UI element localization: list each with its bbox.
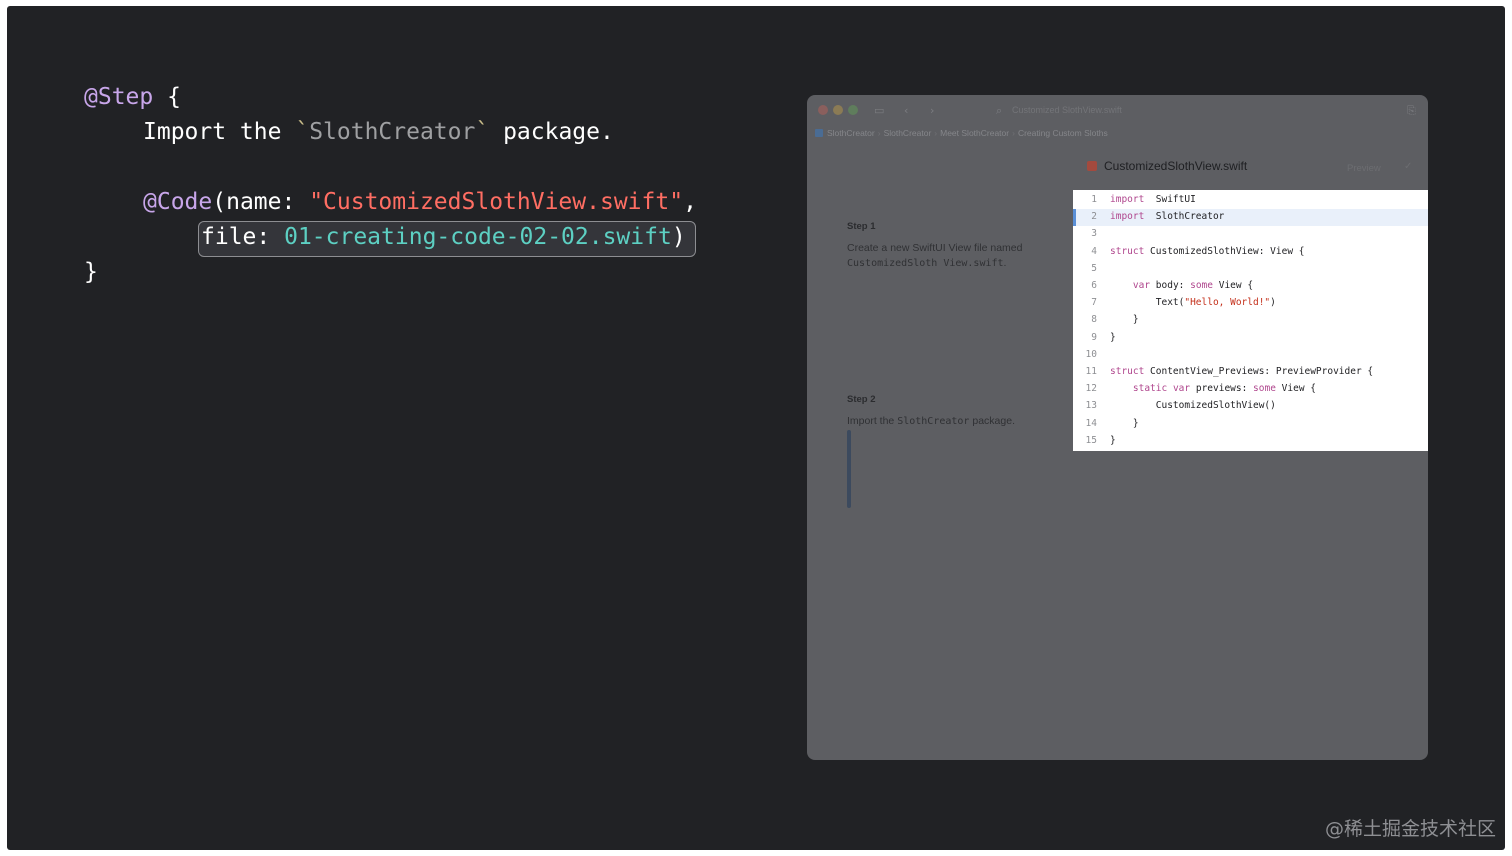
line-number: 4	[1091, 245, 1097, 257]
breadcrumb-item[interactable]: Creating Custom Sloths	[1018, 128, 1108, 138]
code-line[interactable]: 10	[1073, 347, 1428, 364]
code-line[interactable]: 1 import SwiftUI	[1073, 192, 1428, 209]
backtick-close: `	[475, 119, 490, 145]
line-number: 15	[1085, 434, 1097, 446]
checkmark-icon: ✓	[1404, 161, 1413, 172]
snippet-line-3: @Code(name: "CustomizedSlothView.swift",	[143, 185, 697, 220]
code-line[interactable]: 14 }	[1073, 416, 1428, 433]
breadcrumb: SlothCreator › SlothCreator › Meet SlothCrea…	[815, 128, 1108, 142]
file-tab-label: CustomizedSlothView.swift	[1104, 159, 1248, 173]
code-line[interactable]: 2 import SlothCreator	[1073, 209, 1428, 227]
code-line[interactable]: 12 static var previews: some View {	[1073, 381, 1428, 398]
zoom-window-dot-icon[interactable]	[848, 105, 858, 115]
line-number: 2	[1091, 211, 1097, 223]
snippet-line-5: }	[84, 255, 98, 290]
minimize-window-dot-icon[interactable]	[833, 105, 843, 115]
project-icon	[815, 129, 823, 137]
step-text-pre: Import the	[143, 119, 296, 145]
file-tab[interactable]: CustomizedSlothView.swift	[1087, 159, 1247, 179]
step-card-1[interactable]: Step 1 Create a new SwiftUI View file na…	[847, 221, 1057, 271]
step-body: Import the SlothCreator package.	[847, 415, 1015, 427]
snippet-line-4: file: 01-creating-code-02-02.swift)	[201, 220, 686, 255]
line-number: 13	[1085, 400, 1097, 412]
line-number: 10	[1085, 348, 1097, 360]
sidebar-toggle-icon[interactable]: ▭	[874, 104, 884, 117]
step-title: Step 2	[847, 394, 876, 405]
xcode-window: ▭ ‹ › ⌕ Customized SlothView.swift ⎘ Slo…	[807, 95, 1428, 760]
window-titlebar: ▭ ‹ › ⌕ Customized SlothView.swift ⎘	[807, 95, 1428, 125]
code-close-paren: )	[671, 224, 686, 250]
line-source: CustomizedSlothView()	[1110, 400, 1276, 412]
file-value: 01-creating-code-02-02.swift	[284, 224, 672, 250]
step-text-post: package.	[489, 119, 614, 145]
line-source: struct ContentView_Previews: PreviewProv…	[1110, 366, 1374, 377]
line-number: 9	[1091, 331, 1097, 343]
step-directive: @Step	[84, 84, 154, 110]
tutorial-steps-pane: Step 1 Create a new SwiftUI View file na…	[807, 147, 1069, 760]
code-line[interactable]: 6 var body: some View {	[1073, 278, 1428, 295]
line-source: import SlothCreator	[1110, 211, 1225, 223]
search-field[interactable]: Customized SlothView.swift	[1012, 105, 1122, 115]
breadcrumb-item[interactable]: Meet SlothCreator	[940, 128, 1009, 138]
step-open-brace: {	[153, 84, 181, 110]
code-line[interactable]: 13 CustomizedSlothView()	[1073, 398, 1428, 415]
back-chevron-icon[interactable]: ‹	[904, 104, 908, 117]
code-line[interactable]: 8 }	[1073, 312, 1428, 329]
breadcrumb-item[interactable]: SlothCreator	[827, 128, 875, 138]
line-source: }	[1110, 331, 1116, 343]
watermark: @稀土掘金技术社区	[1325, 818, 1497, 840]
swift-file-icon	[1087, 161, 1097, 171]
line-number: 6	[1091, 280, 1097, 291]
code-line[interactable]: 15}	[1073, 433, 1428, 450]
code-editor[interactable]: 1 import SwiftUI 2 import SlothCreator 3 4 str…	[1073, 190, 1428, 451]
step-card-2[interactable]: Step 2 Import the SlothCreator package.	[847, 394, 1057, 429]
line-source: var body: some View {	[1132, 280, 1254, 291]
step-body: Create a new SwiftUI View file named Cus…	[847, 242, 1023, 269]
line-source: }	[1110, 434, 1116, 446]
forward-chevron-icon[interactable]: ›	[930, 104, 934, 117]
line-source: import SwiftUI	[1110, 194, 1196, 205]
code-line[interactable]: 5	[1073, 261, 1428, 278]
line-source: struct CustomizedSlothView: View {	[1110, 245, 1305, 257]
line-number: 8	[1091, 314, 1097, 326]
line-number: 1	[1091, 194, 1097, 205]
line-number: 5	[1091, 262, 1097, 274]
line-source: }	[1110, 417, 1139, 429]
close-window-dot-icon[interactable]	[818, 105, 828, 115]
line-number: 3	[1091, 228, 1097, 240]
breadcrumb-separator: ›	[934, 128, 938, 138]
breadcrumb-item[interactable]: SlothCreator	[884, 128, 932, 138]
code-directive: @Code	[143, 189, 213, 215]
snippet-line-1: @Step {	[84, 80, 181, 115]
active-step-indicator	[847, 430, 851, 508]
backtick-open: `	[295, 119, 310, 145]
line-source: }	[1110, 314, 1139, 326]
line-number: 7	[1091, 297, 1097, 309]
line-number: 12	[1085, 383, 1097, 395]
code-line[interactable]: 4 struct CustomizedSlothView: View {	[1073, 244, 1428, 261]
file-label: file:	[201, 224, 285, 250]
step-title: Step 1	[847, 221, 876, 232]
preview-button[interactable]: Preview	[1347, 163, 1381, 174]
search-icon: ⌕	[996, 104, 1003, 117]
code-line[interactable]: 9}	[1073, 330, 1428, 347]
step-close-brace: }	[84, 259, 98, 285]
line-number: 11	[1085, 366, 1097, 377]
code-paren: (name:	[212, 189, 310, 215]
line-number: 14	[1085, 417, 1097, 429]
code-comma: ,	[683, 189, 697, 215]
breadcrumb-separator: ›	[1012, 128, 1015, 138]
share-icon[interactable]: ⎘	[1407, 104, 1416, 118]
code-name-string: "CustomizedSlothView.swift"	[309, 189, 684, 215]
slide-background: @Step { Import the `SlothCreator` packag…	[7, 6, 1505, 850]
code-line[interactable]: 3	[1073, 226, 1428, 243]
line-source: static var previews: some View {	[1132, 383, 1316, 395]
breadcrumb-separator: ›	[877, 128, 881, 138]
package-name: SlothCreator	[309, 119, 476, 145]
line-source: Text("Hello, World!")	[1110, 297, 1276, 309]
snippet-line-2: Import the `SlothCreator` package.	[143, 115, 614, 150]
code-line[interactable]: 7 Text("Hello, World!")	[1073, 295, 1428, 312]
code-line[interactable]: 11 struct ContentView_Previews: PreviewPr…	[1073, 364, 1428, 381]
